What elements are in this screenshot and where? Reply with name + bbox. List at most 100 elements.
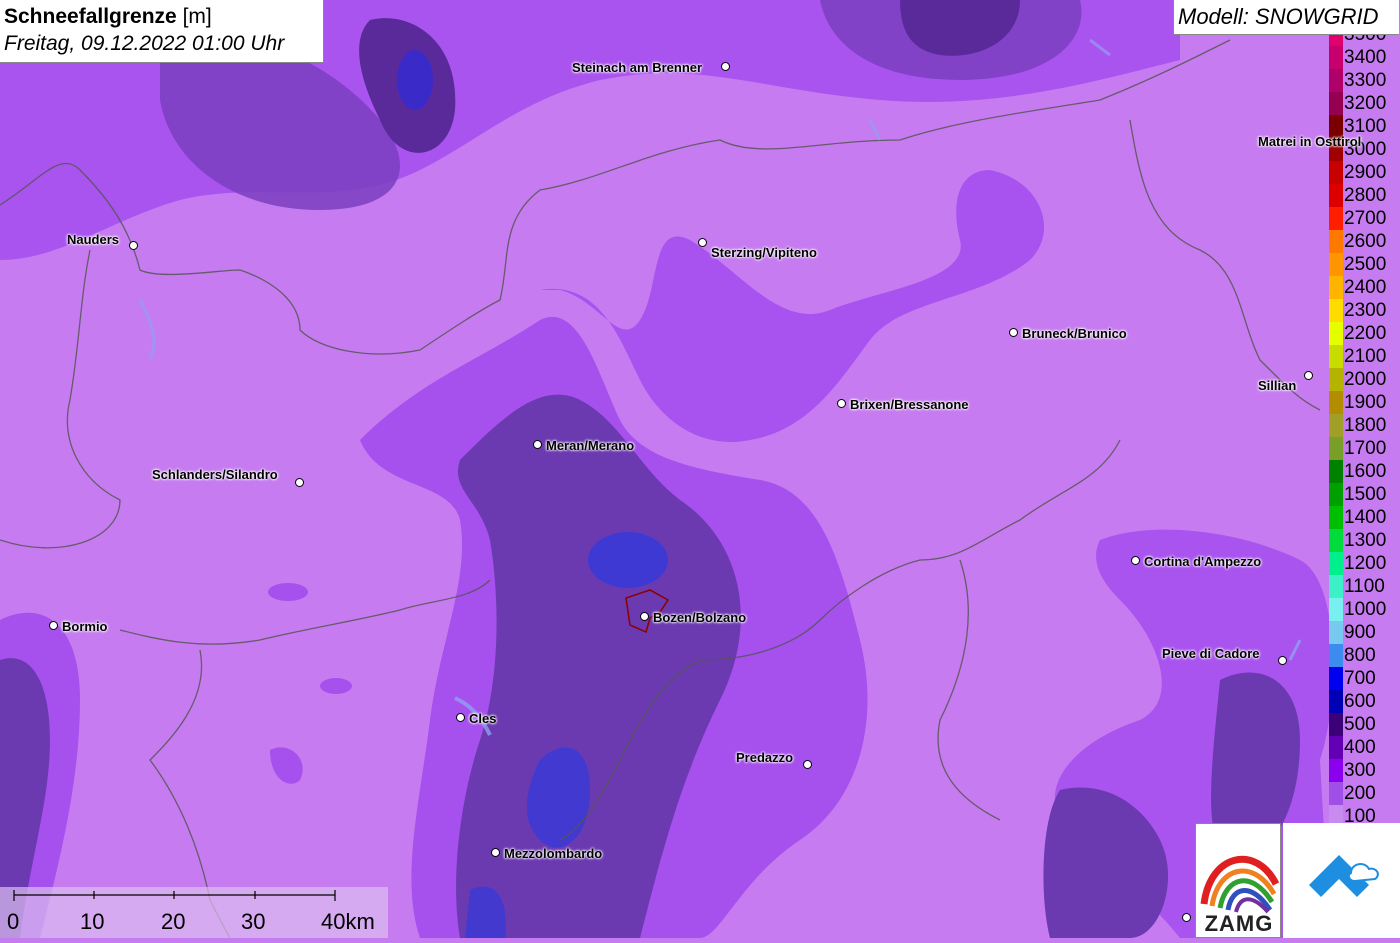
legend-swatch [1329, 552, 1343, 575]
city-marker[interactable] [129, 241, 138, 250]
legend-label: 1500 [1344, 484, 1387, 505]
house-cloud-icon [1309, 855, 1379, 897]
legend-swatch [1329, 506, 1343, 529]
legend-swatch [1329, 276, 1343, 299]
legend-swatch [1329, 92, 1343, 115]
city-marker[interactable] [295, 478, 304, 487]
legend-swatch [1329, 391, 1343, 414]
map-title: Schneefallgrenze [m] [4, 3, 319, 30]
city-marker[interactable] [1182, 913, 1191, 922]
scale-label-0: 0 [7, 909, 20, 934]
city-label[interactable]: Cles [469, 711, 496, 726]
legend-swatch [1329, 161, 1343, 184]
city-marker[interactable] [803, 760, 812, 769]
city-label[interactable]: Steinach am Brenner [572, 60, 702, 75]
map-title-box: Schneefallgrenze [m] Freitag, 09.12.2022… [0, 0, 324, 63]
city-label[interactable]: Brixen/Bressanone [850, 397, 969, 412]
zamg-logo[interactable]: ZAMG [1195, 823, 1281, 938]
legend-label: 2700 [1344, 208, 1387, 229]
legend-label: 1200 [1344, 553, 1387, 574]
city-label[interactable]: Mezzolombardo [504, 846, 602, 861]
legend-swatch [1329, 46, 1343, 69]
scale-bar: 0 10 20 30 40km [0, 887, 388, 938]
legend-label: 2800 [1344, 185, 1387, 206]
legend-label: 1100 [1344, 576, 1385, 597]
city-label[interactable]: Predazzo [736, 750, 793, 765]
city-marker[interactable] [640, 612, 649, 621]
legend-label: 1400 [1344, 507, 1387, 528]
zamg-logo-text: ZAMG [1204, 911, 1274, 936]
legend-swatch [1329, 690, 1343, 713]
legend-label: 500 [1344, 714, 1376, 735]
legend-label: 3200 [1344, 93, 1387, 114]
legend-swatch [1329, 759, 1343, 782]
city-marker[interactable] [837, 399, 846, 408]
model-label: Modell: SNOWGRID [1173, 0, 1399, 35]
legend-label: 3500 [1344, 35, 1400, 46]
legend-swatch [1329, 529, 1343, 552]
city-label[interactable]: Bormio [62, 619, 108, 634]
legend-label: 900 [1344, 622, 1376, 643]
city-marker[interactable] [1009, 328, 1018, 337]
legend-swatch [1329, 207, 1343, 230]
city-label[interactable]: Sillian [1258, 378, 1296, 393]
city-label[interactable]: Bozen/Bolzano [653, 610, 746, 625]
city-marker[interactable] [1304, 371, 1313, 380]
scale-label-40km: 40km [321, 909, 375, 934]
city-label[interactable]: Bruneck/Brunico [1022, 326, 1127, 341]
legend-swatch [1329, 253, 1343, 276]
legend-label: 2900 [1344, 162, 1387, 183]
legend-label: 2100 [1344, 346, 1387, 367]
legend-label: 2000 [1344, 369, 1387, 390]
city-label[interactable]: Cortina d'Ampezzo [1144, 554, 1261, 569]
legend-label: 700 [1344, 668, 1376, 689]
city-marker[interactable] [491, 848, 500, 857]
legend-label: 1300 [1344, 530, 1387, 551]
legend-swatch [1329, 621, 1343, 644]
legend-swatch [1329, 713, 1343, 736]
city-label[interactable]: Matrei in Osttirol [1258, 134, 1361, 149]
color-legend: 3500340033003200310030002900280027002600… [1329, 35, 1400, 825]
legend-label: 1900 [1344, 392, 1387, 413]
legend-label: 400 [1344, 737, 1376, 758]
legend-swatch [1329, 368, 1343, 391]
city-label[interactable]: Meran/Merano [546, 438, 634, 453]
legend-label: 2400 [1344, 277, 1387, 298]
legend-swatch [1329, 575, 1343, 598]
title-unit: [m] [176, 5, 212, 28]
city-marker[interactable] [533, 440, 542, 449]
legend-swatch [1329, 69, 1343, 92]
legend-label: 1000 [1344, 599, 1387, 620]
city-marker[interactable] [1278, 656, 1287, 665]
city-marker[interactable] [1131, 556, 1140, 565]
city-label[interactable]: Pieve di Cadore [1162, 646, 1260, 661]
title-main: Schneefallgrenze [4, 5, 177, 28]
legend-label: 100 [1344, 806, 1376, 825]
city-marker[interactable] [698, 238, 707, 247]
legend-label: 1700 [1344, 438, 1387, 459]
legend-label: 200 [1344, 783, 1376, 804]
legend-label: 600 [1344, 691, 1376, 712]
city-marker[interactable] [49, 621, 58, 630]
legend-label: 2600 [1344, 231, 1387, 252]
weather-service-logo[interactable] [1283, 823, 1400, 938]
city-marker[interactable] [721, 62, 730, 71]
city-label[interactable]: Sterzing/Vipiteno [711, 245, 817, 260]
legend-swatch [1329, 736, 1343, 759]
legend-swatch [1329, 299, 1343, 322]
city-label[interactable]: Schlanders/Silandro [152, 467, 278, 482]
legend-swatch [1329, 644, 1343, 667]
legend-label: 3400 [1344, 47, 1387, 68]
city-marker[interactable] [456, 713, 465, 722]
legend-swatch [1329, 483, 1343, 506]
legend-label: 3300 [1344, 70, 1387, 91]
legend-swatch [1329, 345, 1343, 368]
legend-swatch [1329, 805, 1343, 825]
legend-swatch [1329, 322, 1343, 345]
legend-swatch [1329, 598, 1343, 621]
city-label[interactable]: Nauders [67, 232, 119, 247]
rainbow-icon [1198, 826, 1280, 914]
legend-label: 800 [1344, 645, 1376, 666]
legend-swatch [1329, 667, 1343, 690]
map-date: Freitag, 09.12.2022 01:00 Uhr [4, 32, 285, 55]
